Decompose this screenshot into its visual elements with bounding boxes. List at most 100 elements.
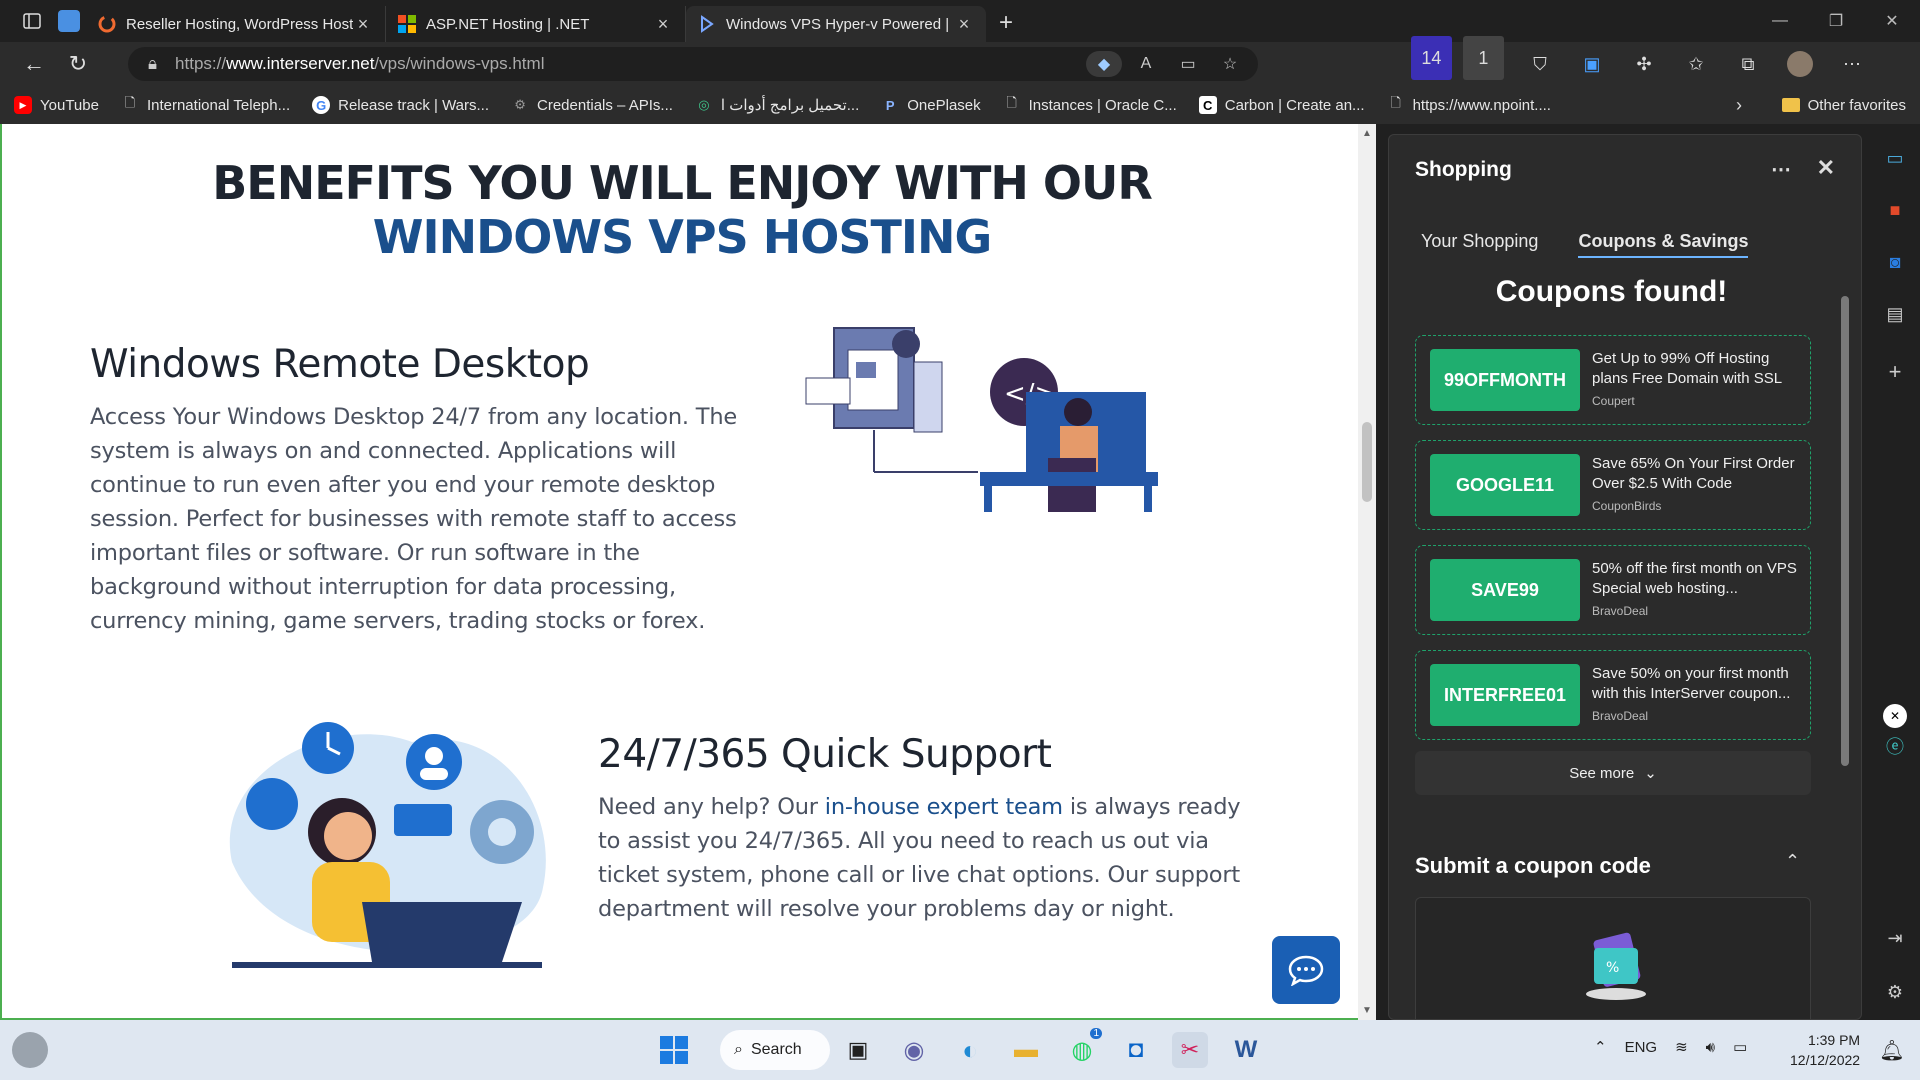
add-icon[interactable]: + [1883,359,1907,384]
collections-icon[interactable]: ⧉ [1722,42,1774,86]
shield-icon[interactable]: ⛉ [1514,42,1566,86]
coupon-text: 50% off the first month on VPS Special w… [1592,560,1797,597]
maximize-icon[interactable]: ❐ [1808,0,1864,42]
coupon-card: 99OFFMONTH Get Up to 99% Off Hosting pla… [1415,335,1811,425]
clock[interactable]: 1:39 PM 12/12/2022 [1790,1030,1860,1070]
coupon-code-button[interactable]: 99OFFMONTH [1430,349,1580,411]
chevron-right-icon[interactable]: › [1736,95,1742,116]
notes-icon[interactable]: ▤ [1883,302,1907,326]
see-more-button[interactable]: See more ⌄ [1415,751,1811,795]
hide-sidebar-icon[interactable]: ⇥ [1883,926,1907,950]
favorite-label: OnePlasek [907,96,981,114]
read-aloud-icon[interactable]: A [1128,51,1164,77]
favorites-icon[interactable]: ✩ [1670,42,1722,86]
page-scrollbar[interactable]: ▲ ▼ [1358,124,1376,1020]
volume-icon[interactable]: 🔊︎ [1706,1039,1715,1056]
teams-chat-icon[interactable]: ◉ [896,1032,932,1068]
in-house-expert-team-link[interactable]: in-house expert team [825,794,1063,820]
address-bar[interactable]: 🔒︎ https://www.interserver.net/vps/windo… [128,47,1258,81]
new-tab-button[interactable]: + [986,5,1026,41]
edge-sidebar: ▭ ■ ◙ ▤ + ✕ ⓔ ⇥ ⚙ [1870,124,1920,1020]
live-chat-button[interactable] [1272,936,1340,1004]
favorite-item[interactable]: ⚙ Credentials – APIs... [511,96,673,114]
coupon-source: BravoDeal [1592,604,1649,618]
favorite-label: International Teleph... [146,96,291,114]
clock-time: 1:39 PM [1807,1032,1861,1048]
tab-aspnet[interactable]: ASP.NET Hosting | .NET × [386,6,686,42]
weather-icon[interactable] [12,1032,48,1068]
settings-gear-icon[interactable]: ⚙ [1883,980,1907,1004]
taskbar-search[interactable]: ⌕ Search [720,1030,830,1070]
add-favorite-icon[interactable]: ☆ [1212,51,1248,77]
immersive-reader-icon[interactable]: ▭ [1170,51,1206,77]
scroll-down-icon[interactable]: ▼ [1362,1005,1372,1016]
whatsapp-icon[interactable]: ◍ 1 [1064,1028,1102,1068]
extension-red-icon[interactable]: ●1 [1462,36,1514,86]
benefits-subheading: WINDOWS VPS HOSTING [372,210,992,264]
chevron-up-icon[interactable]: ⌃ [1594,1038,1607,1056]
outlook-taskbar-icon[interactable]: ◘ [1118,1032,1154,1068]
favorite-item[interactable]: C Carbon | Create an... [1198,96,1365,114]
outlook-icon[interactable]: ◙ [1883,250,1907,274]
wifi-icon[interactable]: ≋ [1675,1038,1688,1056]
favorite-item[interactable]: P OnePlasek [881,96,981,114]
close-tab-icon[interactable]: × [954,14,974,35]
close-tab-icon[interactable]: × [653,14,673,35]
taskbar-search-label: Search [750,1041,802,1058]
coupon-code-button[interactable]: GOOGLE11 [1430,454,1580,516]
battery-icon[interactable]: ▭ [1733,1038,1747,1056]
extension-purple-icon[interactable]: ■14 [1410,36,1462,86]
coupon-code-button[interactable]: SAVE99 [1430,559,1580,621]
tab-your-shopping[interactable]: Your Shopping [1421,231,1538,258]
favorite-item[interactable]: 🗋 https://www.npoint.... [1387,95,1551,114]
refresh-button[interactable]: ↻ [56,46,100,82]
favorite-item[interactable]: G Release track | Wars... [312,96,489,114]
tab-reseller[interactable]: Reseller Hosting, WordPress Host × [86,6,386,42]
close-tab-icon[interactable]: × [353,14,373,35]
file-explorer-icon[interactable]: ▬ [1008,1032,1044,1068]
tab-title: ASP.NET Hosting | .NET [426,15,590,33]
folder-icon [1781,98,1800,112]
panel-scrollbar[interactable] [1838,276,1852,1006]
panel-scrollbar-thumb[interactable] [1841,296,1849,766]
coupon-code-button[interactable]: INTERFREE01 [1430,664,1580,726]
shopping-bag-icon[interactable]: ▭ [1883,146,1907,170]
edge-browser-icon[interactable]: ◐ [952,1032,988,1068]
language-indicator[interactable]: ENG [1625,1039,1658,1056]
tab-coupons-savings[interactable]: Coupons & Savings [1578,231,1749,258]
snipping-tool-icon[interactable]: ✂ [1172,1032,1208,1068]
close-icon[interactable]: ✕ [1883,704,1907,728]
edge-e-icon[interactable]: ⓔ [1883,734,1907,758]
more-menu-icon[interactable]: ⋯ [1826,42,1878,86]
word-icon[interactable]: W [1228,1032,1264,1068]
office-icon[interactable]: ■ [1883,198,1907,222]
workspace-icon[interactable] [58,10,80,32]
extensions-puzzle-icon[interactable]: ✣ [1618,42,1670,86]
tab-title: Windows VPS Hyper-v Powered | [726,15,950,33]
chevron-up-icon[interactable]: ⌃ [1785,851,1800,872]
close-icon[interactable]: ✕ [1817,155,1835,181]
favorite-item[interactable]: ◎ تحميل برامج أدوات ا... [695,96,859,114]
start-windows-icon[interactable] [656,1032,692,1068]
notifications-bell-icon[interactable]: 🔔︎ [1874,1032,1910,1068]
url-host: www.interserver.net [226,54,375,73]
scroll-up-icon[interactable]: ▲ [1362,128,1372,139]
other-favorites[interactable]: Other favorites [1781,97,1906,114]
scrollbar-thumb[interactable] [1362,422,1372,502]
favorite-item[interactable]: 🗋 Instances | Oracle C... [1003,95,1176,114]
close-window-icon[interactable]: ✕ [1864,0,1920,42]
coupon-source: Coupert [1592,394,1635,408]
url-prefix: https:// [175,54,227,73]
extension-blue-icon[interactable]: ▣ [1566,42,1618,86]
favorite-youtube[interactable]: ▶ YouTube [14,96,99,114]
favorite-item[interactable]: 🗋 International Teleph... [121,95,291,114]
back-button[interactable]: ← [12,46,56,82]
lock-icon: 🔒︎ [148,54,158,73]
panel-more-icon[interactable]: ⋯ [1771,157,1791,182]
task-view-icon[interactable]: ▣ [840,1032,876,1068]
profile-avatar[interactable] [1774,42,1826,86]
tab-windows-vps[interactable]: Windows VPS Hyper-v Powered | × [686,6,986,42]
tab-actions-button[interactable] [0,0,64,42]
shopping-tag-icon[interactable]: ◆ [1086,51,1122,77]
minimize-icon[interactable]: — [1752,0,1808,42]
